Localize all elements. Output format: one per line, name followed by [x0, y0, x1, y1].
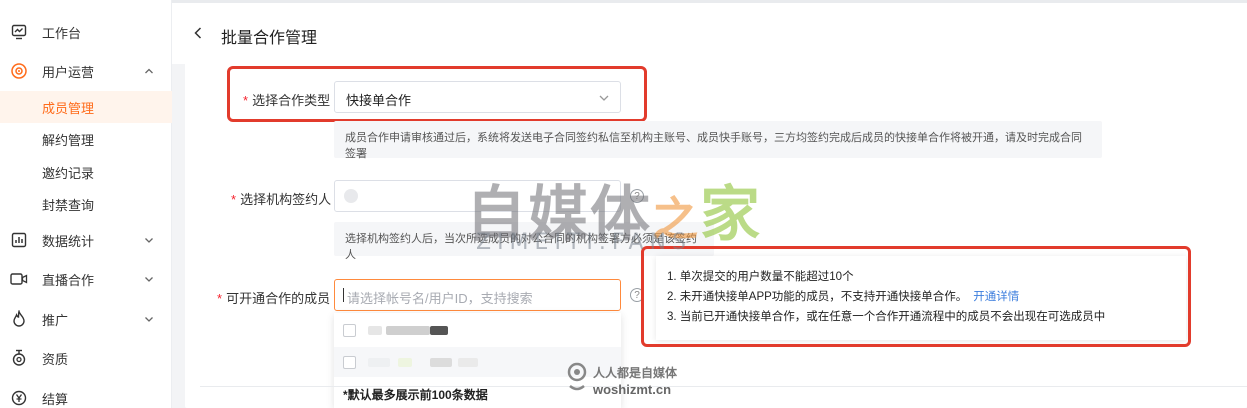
members-label: * 可开通合作的成员	[217, 291, 331, 306]
page-title: 批量合作管理	[221, 30, 318, 47]
blurred-text	[398, 358, 412, 367]
avatar	[344, 189, 358, 203]
highlight-frame-type	[227, 66, 647, 122]
signer-label: * 选择机构签约人	[231, 192, 332, 207]
sidebar-item-statistics[interactable]: 数据统计	[0, 222, 172, 258]
sidebar-item-promotion[interactable]: 推广	[0, 301, 172, 337]
watermark-mascot-icon	[566, 362, 588, 392]
member-search-placeholder: 请选择帐号名/用户ID，支持搜索	[347, 291, 533, 306]
flame-icon	[10, 310, 28, 328]
sidebar-item-label: 资质	[42, 351, 69, 367]
sidebar-subitem-invitations[interactable]: 邀约记录	[0, 156, 172, 188]
yen-coin-icon	[10, 389, 28, 407]
sidebar-subitem-ban-query[interactable]: 封禁查询	[0, 188, 172, 220]
chart-monitor-icon	[10, 23, 28, 41]
blurred-text	[458, 358, 478, 367]
checkbox[interactable]	[343, 356, 356, 369]
blurred-text	[368, 358, 390, 367]
divider	[200, 386, 1247, 387]
sidebar: 工作台 用户运营 成员管理 解约管理 邀约记录 封禁查询 数据统计 直播合作 推…	[0, 0, 172, 408]
sidebar-item-label: 直播合作	[42, 272, 95, 288]
chevron-down-icon	[143, 313, 155, 325]
member-dropdown: *默认最多展示前100条数据	[334, 313, 621, 408]
watermark-domain: ZIMEITI.FANS	[476, 230, 692, 255]
sidebar-item-label: 成员管理	[42, 100, 95, 116]
required-asterisk: *	[217, 291, 223, 306]
sidebar-item-settlement[interactable]: 结算	[0, 380, 172, 408]
dropdown-footer-note: *默认最多展示前100条数据	[343, 388, 488, 402]
blurred-text	[430, 358, 452, 367]
required-asterisk: *	[231, 192, 237, 207]
highlight-frame-tips	[641, 246, 1191, 347]
member-search-input[interactable]: 请选择帐号名/用户ID，支持搜索	[334, 279, 621, 311]
blurred-text	[386, 326, 430, 335]
blurred-text	[430, 326, 448, 335]
text-caret	[343, 288, 344, 302]
sidebar-item-label: 封禁查询	[42, 197, 95, 213]
watermark-small-domain: woshizmt.cn	[593, 382, 672, 397]
sidebar-item-label: 用户运营	[42, 64, 95, 80]
page-header: 批量合作管理	[172, 0, 1247, 64]
medal-icon	[10, 349, 28, 367]
chevron-up-icon	[143, 65, 155, 77]
sidebar-subitem-termination[interactable]: 解约管理	[0, 123, 172, 155]
video-camera-icon	[10, 270, 28, 288]
sidebar-item-label: 推广	[42, 312, 69, 328]
sidebar-item-live-coop[interactable]: 直播合作	[0, 261, 172, 297]
list-item[interactable]	[334, 315, 621, 345]
sidebar-item-workbench[interactable]: 工作台	[0, 14, 172, 50]
sidebar-item-label: 解约管理	[42, 132, 95, 148]
chevron-down-icon	[143, 234, 155, 246]
blurred-text	[368, 326, 382, 335]
sidebar-item-label: 结算	[42, 391, 69, 407]
sidebar-item-label: 数据统计	[42, 233, 95, 249]
target-icon	[10, 62, 28, 80]
sidebar-item-qualification[interactable]: 资质	[0, 340, 172, 376]
sidebar-item-label: 工作台	[42, 25, 82, 41]
sidebar-subitem-member-management[interactable]: 成员管理	[0, 91, 172, 123]
watermark-small-cn: 人人都是自媒体	[593, 366, 678, 380]
chevron-down-icon	[143, 273, 155, 285]
back-chevron-icon[interactable]	[190, 23, 206, 43]
cooperation-type-hint: 成员合作申请审核通过后，系统将发送电子合同签约私信至机构主账号、成员快手账号，三…	[334, 121, 1102, 160]
checkbox[interactable]	[343, 324, 356, 337]
sidebar-item-label: 邀约记录	[42, 165, 95, 181]
bar-chart-icon	[10, 231, 28, 249]
sidebar-item-user-ops[interactable]: 用户运营	[0, 53, 172, 89]
